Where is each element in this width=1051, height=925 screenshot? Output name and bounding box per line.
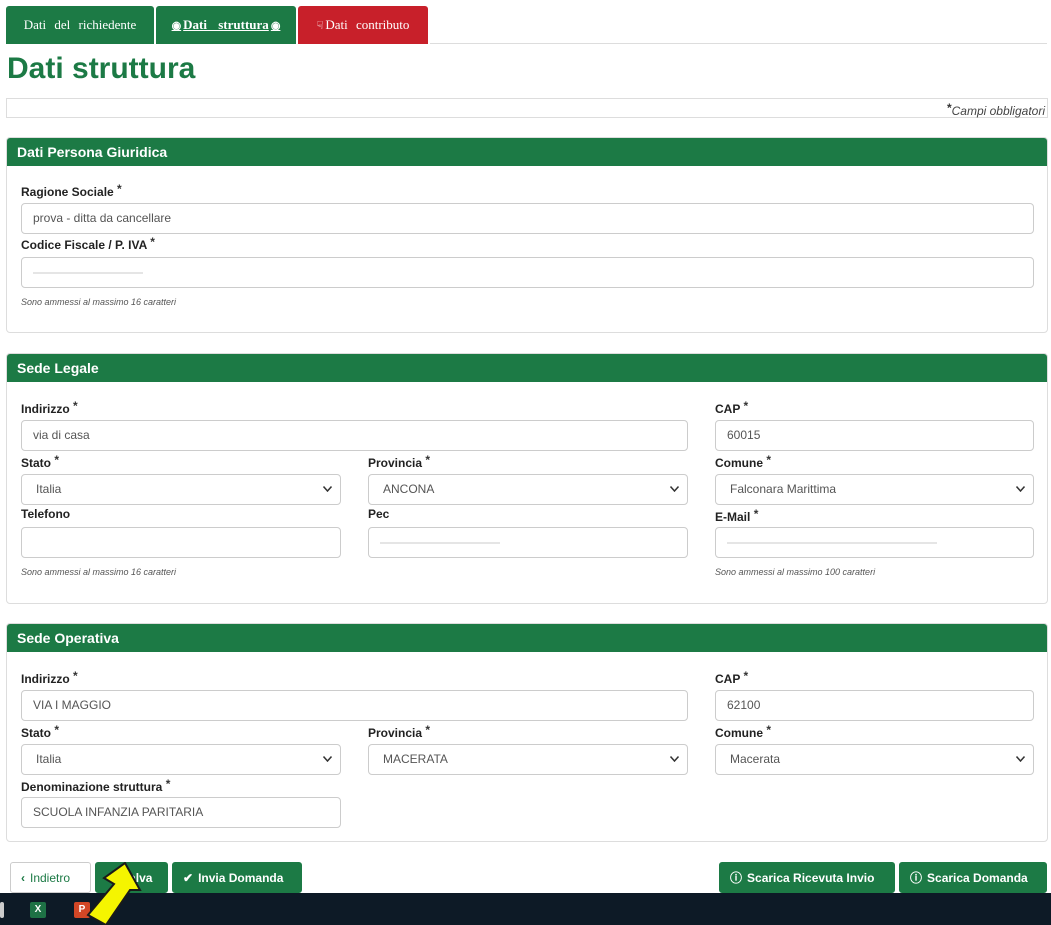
tab-label: Dati struttura bbox=[183, 17, 269, 32]
codice-fiscale-input[interactable] bbox=[21, 257, 1034, 288]
tab-label: Dati del richiedente bbox=[23, 17, 137, 32]
chevron-down-icon bbox=[1016, 745, 1025, 762]
thumbs-down-icon: ☟ bbox=[316, 19, 324, 32]
indirizzo-input[interactable]: via di casa bbox=[21, 420, 688, 451]
tab-bar: Dati del richiedente ◉ Dati struttura ◉ … bbox=[6, 6, 428, 44]
chevron-down-icon bbox=[670, 745, 679, 762]
telefono-label: Telefono bbox=[21, 507, 71, 521]
scarica-ricevuta-button[interactable]: ⓘ Scarica Ricevuta Invio bbox=[719, 862, 895, 893]
indirizzo-label: Indirizzo * bbox=[21, 399, 78, 416]
check-icon: ✔ bbox=[183, 870, 194, 885]
telefono-input[interactable] bbox=[21, 527, 341, 558]
download-icon: ⓘ bbox=[910, 871, 923, 885]
indirizzo-input[interactable]: VIA I MAGGIO bbox=[21, 690, 688, 721]
cap-label: CAP * bbox=[715, 399, 749, 416]
provincia-label: Provincia * bbox=[368, 723, 431, 740]
tab-dati-contributo[interactable]: ☟ Dati contributo bbox=[298, 6, 428, 44]
chevron-down-icon bbox=[323, 745, 332, 762]
denominazione-label: Denominazione struttura * bbox=[21, 777, 171, 794]
tab-dati-richiedente[interactable]: Dati del richiedente bbox=[6, 6, 154, 44]
pointer-arrow-icon bbox=[86, 862, 142, 925]
codice-fiscale-label: Codice Fiscale / P. IVA * bbox=[21, 235, 155, 252]
pec-input[interactable] bbox=[368, 527, 688, 558]
telefono-hint: Sono ammessi al massimo 16 caratteri bbox=[21, 567, 177, 577]
panel-sede-legale: Sede Legale Indirizzo * via di casa CAP … bbox=[6, 353, 1048, 604]
eye-icon: ◉ bbox=[270, 19, 281, 32]
email-hint: Sono ammessi al massimo 100 caratteri bbox=[715, 567, 876, 577]
required-note-text: Campi obbligatori bbox=[951, 104, 1045, 118]
stato-label: Stato * bbox=[21, 453, 60, 470]
comune-select[interactable]: Falconara Marittima bbox=[715, 474, 1034, 505]
comune-label: Comune * bbox=[715, 453, 772, 470]
excel-icon[interactable]: X bbox=[30, 902, 46, 918]
tab-dati-struttura[interactable]: ◉ Dati struttura ◉ bbox=[156, 6, 296, 44]
cap-input[interactable]: 60015 bbox=[715, 420, 1034, 451]
denominazione-input[interactable]: SCUOLA INFANZIA PARITARIA bbox=[21, 797, 341, 828]
panel-title: Sede Operativa bbox=[7, 624, 1047, 652]
required-fields-note: *Campi obbligatori bbox=[6, 98, 1048, 118]
invia-domanda-button[interactable]: ✔ Invia Domanda bbox=[172, 862, 302, 893]
download-icon: ⓘ bbox=[730, 871, 743, 885]
provincia-label: Provincia * bbox=[368, 453, 431, 470]
tabs-divider bbox=[430, 43, 1047, 44]
email-input[interactable] bbox=[715, 527, 1034, 558]
eye-icon: ◉ bbox=[171, 19, 182, 32]
ragione-sociale-input[interactable]: prova - ditta da cancellare bbox=[21, 203, 1034, 234]
comune-select[interactable]: Macerata bbox=[715, 744, 1034, 775]
panel-title: Sede Legale bbox=[7, 354, 1047, 382]
stato-select[interactable]: Italia bbox=[21, 744, 341, 775]
cap-label: CAP * bbox=[715, 669, 749, 686]
cap-input[interactable]: 62100 bbox=[715, 690, 1034, 721]
chevron-down-icon bbox=[323, 475, 332, 492]
stato-select[interactable]: Italia bbox=[21, 474, 341, 505]
redacted-value bbox=[727, 541, 937, 544]
indietro-button[interactable]: ‹ Indietro bbox=[10, 862, 91, 893]
taskbar-edge-icon bbox=[0, 902, 4, 918]
page-title: Dati struttura bbox=[7, 52, 196, 85]
codice-fiscale-hint: Sono ammessi al massimo 16 caratteri bbox=[21, 297, 177, 307]
stato-label: Stato * bbox=[21, 723, 60, 740]
chevron-down-icon bbox=[1016, 475, 1025, 492]
email-label: E-Mail * bbox=[715, 507, 759, 524]
redacted-value bbox=[33, 271, 143, 274]
chevron-down-icon bbox=[670, 475, 679, 492]
scarica-domanda-button[interactable]: ⓘ Scarica Domanda bbox=[899, 862, 1047, 893]
chevron-left-icon: ‹ bbox=[21, 870, 25, 885]
panel-title: Dati Persona Giuridica bbox=[7, 138, 1047, 166]
comune-label: Comune * bbox=[715, 723, 772, 740]
ragione-sociale-label: Ragione Sociale * bbox=[21, 182, 122, 199]
indirizzo-label: Indirizzo * bbox=[21, 669, 78, 686]
tab-label: Dati contributo bbox=[325, 17, 410, 32]
provincia-select[interactable]: MACERATA bbox=[368, 744, 688, 775]
provincia-select[interactable]: ANCONA bbox=[368, 474, 688, 505]
taskbar: X P bbox=[0, 893, 1051, 925]
redacted-value bbox=[380, 541, 500, 544]
panel-persona-giuridica: Dati Persona Giuridica Ragione Sociale *… bbox=[6, 137, 1048, 333]
pec-label: Pec bbox=[368, 507, 390, 521]
panel-sede-operativa: Sede Operativa Indirizzo * VIA I MAGGIO … bbox=[6, 623, 1048, 842]
